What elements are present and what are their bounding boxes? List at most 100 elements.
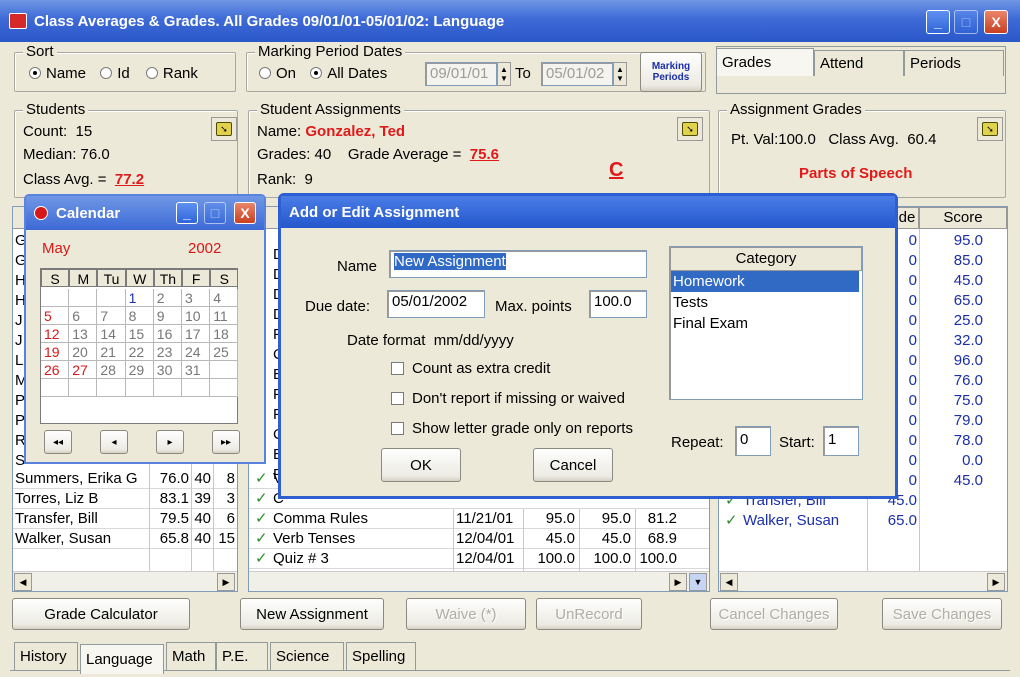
calendar-day[interactable]: 31 (182, 361, 211, 379)
to-date-field[interactable]: 05/01/02 (541, 62, 613, 86)
calendar-day[interactable] (125, 379, 154, 397)
table-row[interactable]: Transfer, Bill 79.5 40 6 (13, 509, 237, 529)
calendar-day[interactable]: 17 (182, 325, 211, 343)
calendar-day[interactable]: 28 (97, 361, 126, 379)
calendar-day[interactable] (97, 289, 126, 307)
due-date-field[interactable]: 05/01/2002 (387, 290, 485, 318)
calendar-day[interactable]: 5 (41, 307, 70, 325)
calendar-day[interactable]: 26 (41, 361, 70, 379)
table-row[interactable]: ✓ Walker, Susan 65.0 (719, 511, 919, 531)
all-dates-radio[interactable]: All Dates (310, 65, 387, 82)
from-date-spinner[interactable]: ▲ ▼ (497, 62, 511, 86)
table-row[interactable]: Torres, Liz B 83.1 39 3 (13, 489, 237, 509)
calendar-day[interactable]: 1 (125, 289, 154, 307)
scroll-left-icon[interactable]: ◀ (14, 573, 32, 591)
calendar-day[interactable]: 13 (69, 325, 98, 343)
calendar-day[interactable]: 16 (153, 325, 182, 343)
calendar-minimize-button[interactable]: _ (176, 202, 198, 224)
sort-rank-radio[interactable]: Rank (145, 65, 198, 82)
assignment-name-field[interactable]: New Assignment (389, 250, 647, 278)
tab-math[interactable]: Math (166, 642, 216, 670)
calendar-day[interactable] (210, 379, 239, 397)
missing-waived-checkbox[interactable]: Don't report if missing or waived (391, 390, 625, 407)
scroll-right-icon[interactable]: ▶ (217, 573, 235, 591)
letter-grade-only-checkbox[interactable]: Show letter grade only on reports (391, 420, 633, 437)
table-row[interactable]: Walker, Susan 65.8 40 15 (13, 529, 237, 549)
calendar-day[interactable] (41, 379, 70, 397)
students-hscrollbar[interactable]: ◀ ▶ (13, 571, 237, 591)
calendar-day[interactable]: 12 (41, 325, 70, 343)
calendar-day[interactable] (97, 379, 126, 397)
scroll-right-icon[interactable]: ▶ (987, 573, 1005, 591)
calendar-day[interactable]: 4 (210, 289, 239, 307)
assignments-hscrollbar[interactable]: ▶ ▼ (249, 571, 709, 591)
cancel-button[interactable]: Cancel (533, 448, 613, 482)
calendar-day[interactable]: 25 (210, 343, 239, 361)
scroll-left-icon[interactable]: ◀ (720, 573, 738, 591)
calendar-day[interactable]: 14 (97, 325, 126, 343)
tab-pe[interactable]: P.E. (216, 642, 268, 670)
tab-attend[interactable]: Attend (814, 50, 904, 76)
calendar-day[interactable]: 29 (125, 361, 154, 379)
save-changes-button[interactable]: Save Changes (882, 598, 1002, 630)
marking-periods-button[interactable]: Marking Periods (640, 52, 702, 92)
calendar-day[interactable]: 2 (153, 289, 182, 307)
grades-export-button[interactable]: ➘ (977, 117, 1003, 141)
maximize-button[interactable]: □ (954, 10, 978, 34)
cancel-changes-button[interactable]: Cancel Changes (710, 598, 838, 630)
sort-name-radio[interactable]: Name (29, 65, 86, 82)
calendar-day[interactable] (182, 379, 211, 397)
calendar-prev-month-button[interactable]: ◂ (100, 430, 128, 454)
table-row[interactable]: Summers, Erika G 76.0 40 8 (13, 469, 237, 489)
grade-calculator-button[interactable]: Grade Calculator (12, 598, 190, 630)
scroll-right-icon[interactable]: ▶ (669, 573, 687, 591)
calendar-day[interactable]: 27 (69, 361, 98, 379)
unrecord-button[interactable]: UnRecord (536, 598, 642, 630)
close-button[interactable]: X (984, 10, 1008, 34)
add-edit-assignment-dialog[interactable]: Add or Edit Assignment Name New Assignme… (278, 193, 898, 499)
calendar-day[interactable]: 23 (153, 343, 182, 361)
category-item[interactable]: Tests (671, 292, 859, 313)
calendar-day[interactable]: 15 (125, 325, 154, 343)
calendar-day[interactable] (41, 289, 70, 307)
scroll-down-icon[interactable]: ▼ (689, 573, 707, 591)
to-date-spinner[interactable]: ▲ ▼ (613, 62, 627, 86)
category-listbox[interactable]: Category Homework Tests Final Exam (669, 246, 863, 400)
calendar-window[interactable]: Calendar _ □ X May 2002 S M Tu W Th F S 1 2 3 4 5 6 7… (24, 194, 266, 464)
calendar-maximize-button[interactable]: □ (204, 202, 226, 224)
table-row[interactable]: ✓ Quiz # 3 12/04/01 100.0 100.0 100.0 (249, 549, 709, 569)
calendar-title-bar[interactable]: Calendar _ □ X (26, 196, 264, 230)
calendar-day[interactable]: 9 (153, 307, 182, 325)
from-date-field[interactable]: 09/01/01 (425, 62, 497, 86)
sort-id-radio[interactable]: Id (100, 65, 130, 82)
dates-on-radio[interactable]: On (259, 65, 296, 82)
dialog-title-bar[interactable]: Add or Edit Assignment (281, 196, 895, 228)
calendar-day[interactable]: 18 (210, 325, 239, 343)
calendar-close-button[interactable]: X (234, 202, 256, 224)
calendar-day[interactable]: 22 (125, 343, 154, 361)
start-field[interactable]: 1 (823, 426, 859, 456)
grades-hscrollbar[interactable]: ◀ ▶ (719, 571, 1007, 591)
repeat-field[interactable]: 0 (735, 426, 771, 456)
calendar-day[interactable] (210, 361, 239, 379)
category-item[interactable]: Final Exam (671, 313, 859, 334)
calendar-day[interactable] (153, 379, 182, 397)
calendar-day[interactable]: 20 (69, 343, 98, 361)
calendar-day[interactable]: 11 (210, 307, 239, 325)
calendar-next-month-button[interactable]: ▸ (156, 430, 184, 454)
calendar-day[interactable] (69, 379, 98, 397)
table-row[interactable]: ✓ Comma Rules 11/21/01 95.0 95.0 81.2 (249, 509, 709, 529)
tab-history[interactable]: History (14, 642, 78, 670)
calendar-day[interactable]: 7 (97, 307, 126, 325)
waive-button[interactable]: Waive (*) (406, 598, 526, 630)
minimize-button[interactable]: _ (926, 10, 950, 34)
calendar-prev-year-button[interactable]: ◂◂ (44, 430, 72, 454)
calendar-day[interactable] (69, 289, 98, 307)
tab-spelling[interactable]: Spelling (346, 642, 416, 670)
tab-science[interactable]: Science (270, 642, 344, 670)
calendar-day[interactable]: 21 (97, 343, 126, 361)
calendar-day[interactable]: 8 (125, 307, 154, 325)
calendar-day[interactable]: 19 (41, 343, 70, 361)
category-item[interactable]: Homework (671, 271, 859, 292)
tab-language[interactable]: Language (80, 644, 164, 674)
